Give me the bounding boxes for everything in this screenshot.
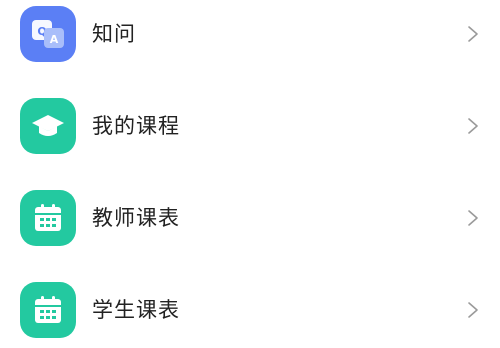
menu-item-zhiwen[interactable]: Q A 知问 xyxy=(0,0,500,72)
menu-item-teacher-schedule[interactable]: 教师课表 xyxy=(0,164,500,256)
calendar-icon xyxy=(20,190,76,246)
menu-list: Q A 知问 我的课程 教师课表 学生课表 xyxy=(0,0,500,348)
menu-item-label: 知问 xyxy=(92,22,136,46)
chevron-right-icon xyxy=(468,210,478,226)
menu-item-label: 教师课表 xyxy=(92,206,180,230)
menu-item-my-courses[interactable]: 我的课程 xyxy=(0,72,500,164)
chevron-right-icon xyxy=(468,302,478,318)
menu-item-student-schedule[interactable]: 学生课表 xyxy=(0,256,500,348)
calendar-icon xyxy=(20,282,76,338)
chevron-right-icon xyxy=(468,26,478,42)
menu-item-label: 我的课程 xyxy=(92,114,180,138)
qa-icon: Q A xyxy=(20,6,76,62)
menu-item-label: 学生课表 xyxy=(92,298,180,322)
graduation-cap-icon xyxy=(20,98,76,154)
chevron-right-icon xyxy=(468,118,478,134)
svg-text:A: A xyxy=(50,33,59,46)
